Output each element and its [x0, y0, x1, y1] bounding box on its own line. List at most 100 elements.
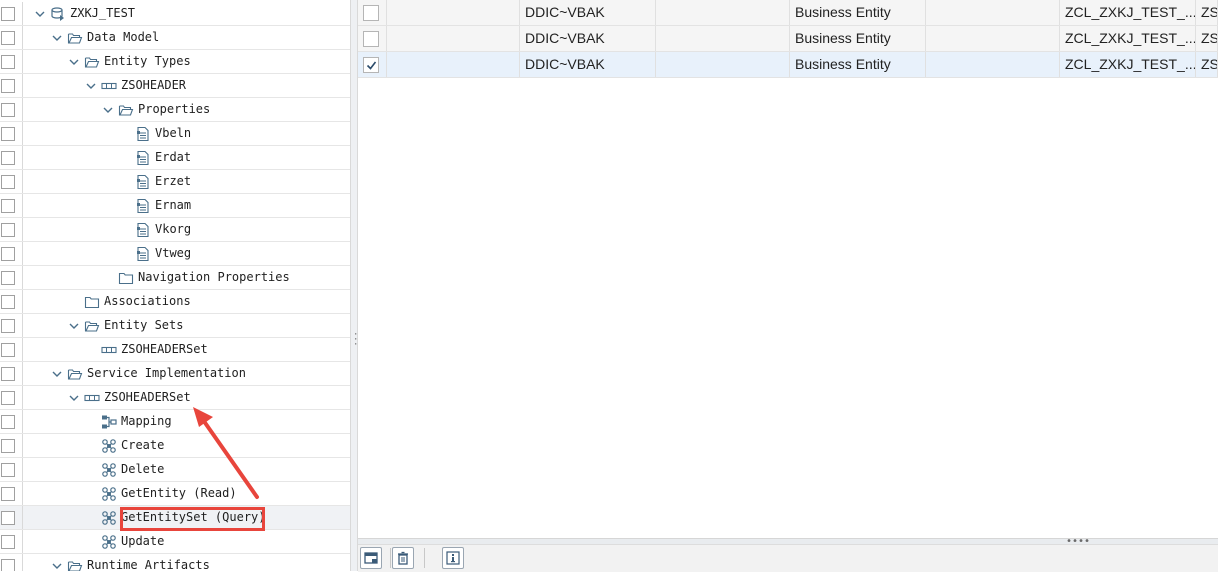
tree-node-label[interactable]: Erzet [155, 170, 191, 193]
table-row[interactable]: DDIC~VBAK Business Entity ZCL_ZXKJ_TEST_..… [358, 0, 1218, 26]
row-checkbox[interactable] [1, 127, 15, 141]
tree-row[interactable]: Erdat [0, 146, 350, 170]
tree-node-label[interactable]: Ernam [155, 194, 191, 217]
tree-node-label[interactable]: Update [121, 530, 164, 553]
row-checkbox[interactable] [1, 415, 15, 429]
tree-row[interactable]: Ernam [0, 194, 350, 218]
chevron-down-icon[interactable] [84, 79, 98, 93]
row-checkbox[interactable] [1, 463, 15, 477]
tree-row[interactable]: Vbeln [0, 122, 350, 146]
row-checkbox[interactable] [1, 199, 15, 213]
tree-row[interactable]: Entity Types [0, 50, 350, 74]
tree-node-label[interactable]: Associations [104, 290, 191, 313]
tree-row[interactable]: ZSOHEADER [0, 74, 350, 98]
row-checkbox[interactable] [1, 391, 15, 405]
tree-row[interactable]: Associations [0, 290, 350, 314]
tree-row[interactable]: Properties [0, 98, 350, 122]
info-button[interactable] [442, 547, 464, 569]
tree-row[interactable]: Vkorg [0, 218, 350, 242]
chevron-down-icon[interactable] [50, 559, 64, 572]
tree-node-label[interactable]: Entity Types [104, 50, 191, 73]
tree-row[interactable]: ZXKJ_TEST [0, 2, 350, 26]
chevron-down-icon[interactable] [33, 7, 47, 21]
row-selector[interactable] [358, 52, 387, 77]
tree-node-label[interactable]: Vkorg [155, 218, 191, 241]
row-checkbox[interactable] [1, 247, 15, 261]
row-checkbox[interactable] [1, 79, 15, 93]
tree-row[interactable]: Runtime Artifacts [0, 554, 350, 571]
tree-row[interactable]: Delete [0, 458, 350, 482]
expand-toggle[interactable] [67, 50, 83, 73]
tree-node-label[interactable]: Service Implementation [87, 362, 246, 385]
chevron-down-icon[interactable] [67, 391, 81, 405]
row-checkbox[interactable] [1, 55, 15, 69]
tree-node-label[interactable]: Vbeln [155, 122, 191, 145]
tree-row[interactable]: Erzet [0, 170, 350, 194]
row-checkbox[interactable] [1, 151, 15, 165]
expand-toggle[interactable] [50, 554, 66, 571]
expand-toggle[interactable] [50, 26, 66, 49]
tree-row[interactable]: Data Model [0, 26, 350, 50]
expand-toggle[interactable] [101, 98, 117, 121]
vertical-splitter[interactable]: · · · [350, 0, 358, 571]
row-checkbox[interactable] [1, 535, 15, 549]
tree-node-label[interactable]: ZSOHEADERSet [121, 338, 208, 361]
row-checkbox[interactable] [1, 439, 15, 453]
row-checkbox[interactable] [1, 319, 15, 333]
tree-row[interactable]: GetEntity (Read) [0, 482, 350, 506]
expand-toggle[interactable] [67, 386, 83, 409]
tree-node-label[interactable]: Erdat [155, 146, 191, 169]
chevron-down-icon[interactable] [50, 31, 64, 45]
row-checkbox[interactable] [1, 223, 15, 237]
tree-node-label[interactable]: Delete [121, 458, 164, 481]
row-selector[interactable] [358, 26, 387, 51]
tree-row[interactable]: Update [0, 530, 350, 554]
tree-node-label[interactable]: Runtime Artifacts [87, 554, 210, 571]
row-checkbox[interactable] [363, 31, 379, 47]
details-window-button[interactable] [360, 547, 382, 569]
tree-row[interactable]: Service Implementation [0, 362, 350, 386]
row-checkbox[interactable] [1, 367, 15, 381]
row-checkbox[interactable] [1, 271, 15, 285]
tree-row[interactable]: Mapping [0, 410, 350, 434]
expand-toggle[interactable] [33, 2, 49, 25]
tree-node-label[interactable]: ZSOHEADERSet [104, 386, 191, 409]
row-checkbox[interactable] [1, 343, 15, 357]
chevron-down-icon[interactable] [67, 55, 81, 69]
row-checkbox[interactable] [363, 57, 379, 73]
tree-row[interactable]: ZSOHEADERSet [0, 386, 350, 410]
tree-node-label[interactable]: Entity Sets [104, 314, 183, 337]
tree-node-label[interactable]: Data Model [87, 26, 159, 49]
tree-node-label[interactable]: Properties [138, 98, 210, 121]
row-checkbox[interactable] [1, 31, 15, 45]
tree-row[interactable]: Create [0, 434, 350, 458]
tree-node-label[interactable]: Create [121, 434, 164, 457]
chevron-down-icon[interactable] [101, 103, 115, 117]
expand-toggle[interactable] [50, 362, 66, 385]
table-row[interactable]: DDIC~VBAK Business Entity ZCL_ZXKJ_TEST_..… [358, 52, 1218, 78]
tree-row[interactable]: Navigation Properties [0, 266, 350, 290]
row-selector[interactable] [358, 0, 387, 25]
tree-row[interactable]: ZSOHEADERSet [0, 338, 350, 362]
row-checkbox[interactable] [1, 511, 15, 525]
tree-node-label[interactable]: ZSOHEADER [121, 74, 186, 97]
tree-node-label[interactable]: Mapping [121, 410, 172, 433]
expand-toggle[interactable] [84, 74, 100, 97]
expand-toggle[interactable] [67, 314, 83, 337]
row-checkbox[interactable] [1, 487, 15, 501]
row-checkbox[interactable] [1, 175, 15, 189]
delete-button[interactable] [392, 547, 414, 569]
chevron-down-icon[interactable] [67, 319, 81, 333]
table-row[interactable]: DDIC~VBAK Business Entity ZCL_ZXKJ_TEST_..… [358, 26, 1218, 52]
tree-row[interactable]: Vtweg [0, 242, 350, 266]
row-checkbox[interactable] [363, 5, 379, 21]
chevron-down-icon[interactable] [50, 367, 64, 381]
tree-row[interactable]: Entity Sets [0, 314, 350, 338]
row-checkbox[interactable] [1, 103, 15, 117]
tree-node-label[interactable]: Vtweg [155, 242, 191, 265]
row-checkbox[interactable] [1, 295, 15, 309]
row-checkbox[interactable] [1, 7, 15, 21]
tree-node-label[interactable]: ZXKJ_TEST [70, 2, 135, 25]
tree-node-label[interactable]: Navigation Properties [138, 266, 290, 289]
row-checkbox[interactable] [1, 559, 15, 571]
